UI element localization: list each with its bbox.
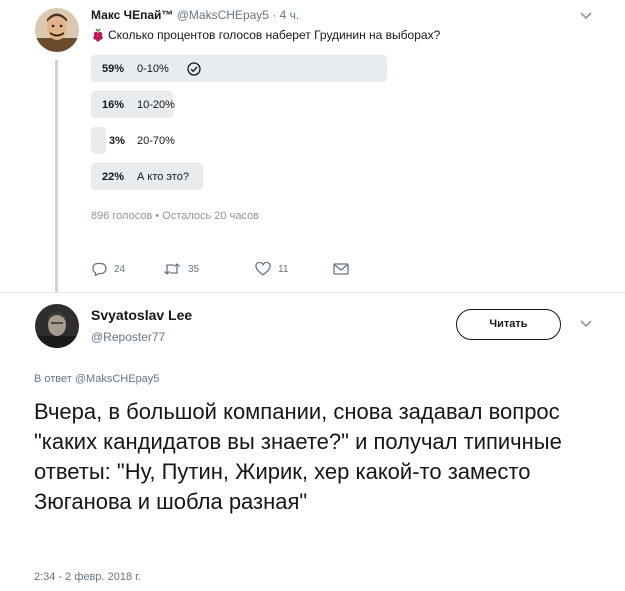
poll-option: 16% 10-20% — [91, 91, 391, 118]
like-action[interactable]: 11 — [255, 262, 333, 276]
tweet-actions: 24 35 11 — [91, 262, 349, 276]
like-icon — [255, 262, 271, 276]
follow-button[interactable]: Читать — [456, 309, 561, 340]
poll-percent: 16% — [102, 99, 125, 111]
message-action[interactable] — [333, 263, 349, 275]
like-count: 11 — [278, 263, 289, 275]
tweet-header: Макс ЧЕпай™ @MaksCHEpay5 · 4 ч. — [91, 8, 299, 22]
poll-option: 22% А кто это? — [91, 163, 391, 190]
reply-mention-link[interactable]: @MaksCHEpay5 — [75, 373, 160, 385]
reply-count: 24 — [114, 263, 126, 275]
reply-action[interactable]: 24 — [91, 262, 163, 276]
tweet-time[interactable]: 4 ч. — [280, 8, 300, 22]
poll-option: 59% 0-10% — [91, 55, 391, 82]
author-name[interactable]: Svyatoslav Lee — [91, 307, 192, 323]
poll-option-label: А кто это? — [137, 171, 189, 183]
author-name[interactable]: Макс ЧЕпай™ — [91, 8, 173, 22]
tweet-text-content: Сколько процентов голосов наберет Грудин… — [108, 28, 441, 42]
reply-icon — [92, 262, 107, 276]
avatar[interactable] — [35, 8, 79, 52]
check-circle-icon — [187, 62, 201, 76]
separator-dot: · — [272, 8, 277, 22]
poll-percent: 59% — [102, 63, 125, 75]
caret-down-icon[interactable] — [579, 10, 593, 22]
reply-prefix: В ответ — [34, 373, 72, 385]
tweet-timestamp[interactable]: 2:34 - 2 февр. 2018 г. — [34, 571, 141, 583]
poll-option-label: 10-20% — [137, 99, 175, 111]
poll-option: 3% 20-70% — [91, 127, 391, 154]
retweet-action[interactable]: 35 — [163, 262, 255, 276]
tweet-text: Вчера, в большой компании, снова задавал… — [34, 399, 562, 514]
retweet-count: 35 — [188, 263, 200, 275]
author-handle[interactable]: @MaksCHEpay5 — [177, 8, 269, 22]
tweet-text: Сколько процентов голосов наберет Грудин… — [91, 28, 440, 42]
poll-tweet: Макс ЧЕпай™ @MaksCHEpay5 · 4 ч. Сколько … — [0, 0, 625, 292]
poll-bar — [91, 55, 387, 82]
poll-option-label: 20-70% — [137, 135, 175, 147]
author-handle[interactable]: @Reposter77 — [91, 330, 165, 344]
poll-option-label: 0-10% — [137, 63, 169, 75]
message-icon — [333, 263, 349, 275]
poll-bar — [91, 127, 106, 154]
poll-percent: 22% — [102, 171, 125, 183]
tweet-divider — [0, 292, 625, 293]
poll-percent: 3% — [109, 135, 125, 147]
poll-meta: 896 голосов • Осталось 20 часов — [91, 210, 260, 222]
thread-line — [55, 60, 58, 292]
reply-context: В ответ @MaksCHEpay5 — [34, 373, 159, 385]
retweet-icon — [164, 263, 180, 275]
avatar[interactable] — [35, 304, 79, 348]
caret-down-icon[interactable] — [579, 318, 593, 330]
poll: 59% 0-10% 16% 10-20% 3% 20-70% 22% А кто… — [91, 55, 391, 199]
raspberry-emoji-icon — [93, 28, 103, 42]
